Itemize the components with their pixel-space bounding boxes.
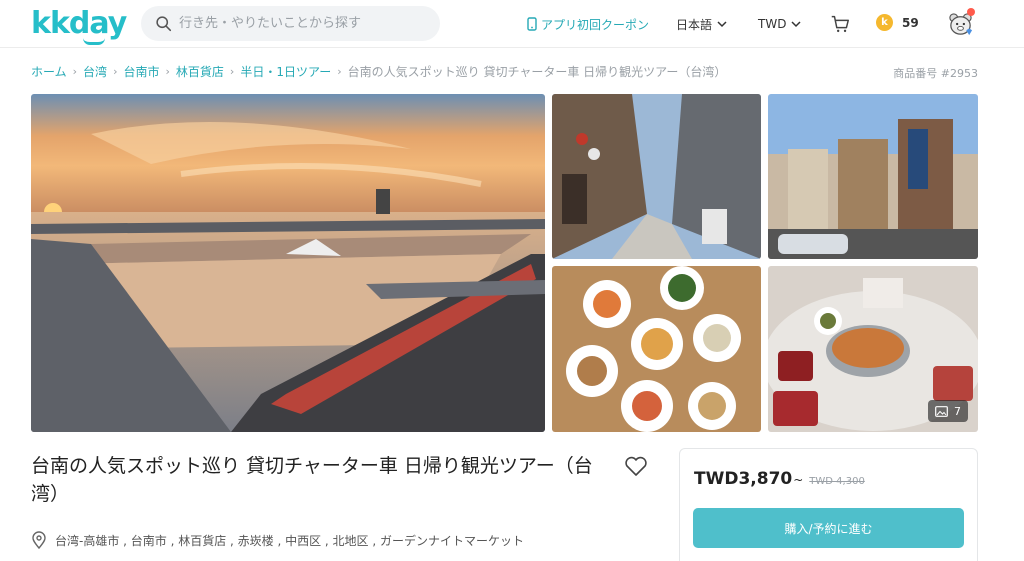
location-text: 台湾-高雄市 , 台南市 , 林百貨店 , 赤崁楼 , 中西区 , 北地区 , … bbox=[55, 533, 524, 548]
language-selector[interactable]: 日本語 bbox=[676, 14, 728, 34]
photo-local-dishes[interactable] bbox=[552, 266, 761, 432]
price-suffix: ~ bbox=[793, 473, 804, 487]
breadcrumb-hayashi[interactable]: 林百貨店 bbox=[176, 63, 224, 80]
breadcrumb-separator: › bbox=[337, 65, 342, 78]
chevron-down-icon bbox=[717, 21, 727, 28]
search-bar[interactable] bbox=[141, 6, 440, 41]
breadcrumb-separator: › bbox=[113, 65, 118, 78]
price-current: TWD3,870 bbox=[694, 469, 793, 489]
breadcrumb-home[interactable]: ホーム bbox=[31, 63, 67, 80]
map-pin-icon bbox=[32, 531, 46, 549]
main-photo-salt-field[interactable] bbox=[31, 94, 545, 432]
breadcrumb-separator: › bbox=[229, 65, 235, 78]
price-original: TWD 4,300 bbox=[809, 476, 865, 487]
heart-icon[interactable] bbox=[624, 455, 648, 477]
breadcrumb: ホーム › 台湾 › 台南市 › 林百貨店 › 半日・1日ツアー › 台南の人気… bbox=[31, 63, 726, 80]
breadcrumb-category[interactable]: 半日・1日ツアー bbox=[240, 63, 331, 80]
chevron-down-icon bbox=[791, 21, 801, 28]
search-input[interactable] bbox=[179, 6, 429, 41]
product-title: 台南の人気スポット巡り 貸切チャーター車 日帰り観光ツアー（台湾） bbox=[31, 455, 593, 505]
points-display[interactable]: k 59 bbox=[876, 14, 919, 31]
coupon-label: アプリ初回クーポン bbox=[541, 17, 650, 32]
breadcrumb-taiwan[interactable]: 台湾 bbox=[83, 63, 107, 80]
product-number: 商品番号 #2953 bbox=[893, 67, 978, 80]
photo-old-street[interactable] bbox=[552, 94, 761, 259]
breadcrumb-current: 台南の人気スポット巡り 貸切チャーター車 日帰り観光ツアー（台湾） bbox=[347, 65, 727, 79]
language-label: 日本語 bbox=[676, 17, 713, 32]
phone-icon bbox=[527, 17, 537, 31]
photo-count-value: 7 bbox=[954, 404, 961, 418]
site-header: kkday アプリ初回クーポン 日本語 TWD k 59 bbox=[0, 0, 1024, 48]
points-value: 59 bbox=[902, 15, 919, 30]
currency-label: TWD bbox=[758, 17, 787, 31]
logo-smile bbox=[83, 38, 105, 45]
notification-dot bbox=[967, 8, 975, 16]
currency-selector[interactable]: TWD bbox=[758, 14, 802, 34]
search-icon bbox=[156, 16, 172, 32]
photo-city-street[interactable] bbox=[768, 94, 978, 259]
coin-icon: k bbox=[876, 14, 893, 31]
breadcrumb-separator: › bbox=[72, 65, 78, 78]
photo-count-badge[interactable]: 7 bbox=[928, 400, 968, 422]
image-icon bbox=[935, 405, 948, 417]
app-coupon-link[interactable]: アプリ初回クーポン bbox=[527, 14, 649, 34]
logo-text: kkday bbox=[31, 6, 127, 41]
cart-icon[interactable] bbox=[829, 13, 851, 35]
breadcrumb-separator: › bbox=[165, 65, 170, 78]
kkday-logo[interactable]: kkday bbox=[31, 6, 127, 45]
book-button[interactable]: 購入/予約に進む bbox=[693, 508, 964, 548]
breadcrumb-tainan[interactable]: 台南市 bbox=[123, 63, 159, 80]
price-row: TWD3,870 ~ TWD 4,300 bbox=[694, 469, 865, 489]
product-location: 台湾-高雄市 , 台南市 , 林百貨店 , 赤崁楼 , 中西区 , 北地区 , … bbox=[31, 531, 524, 549]
booking-panel: TWD3,870 ~ TWD 4,300 購入/予約に進む bbox=[679, 448, 978, 561]
